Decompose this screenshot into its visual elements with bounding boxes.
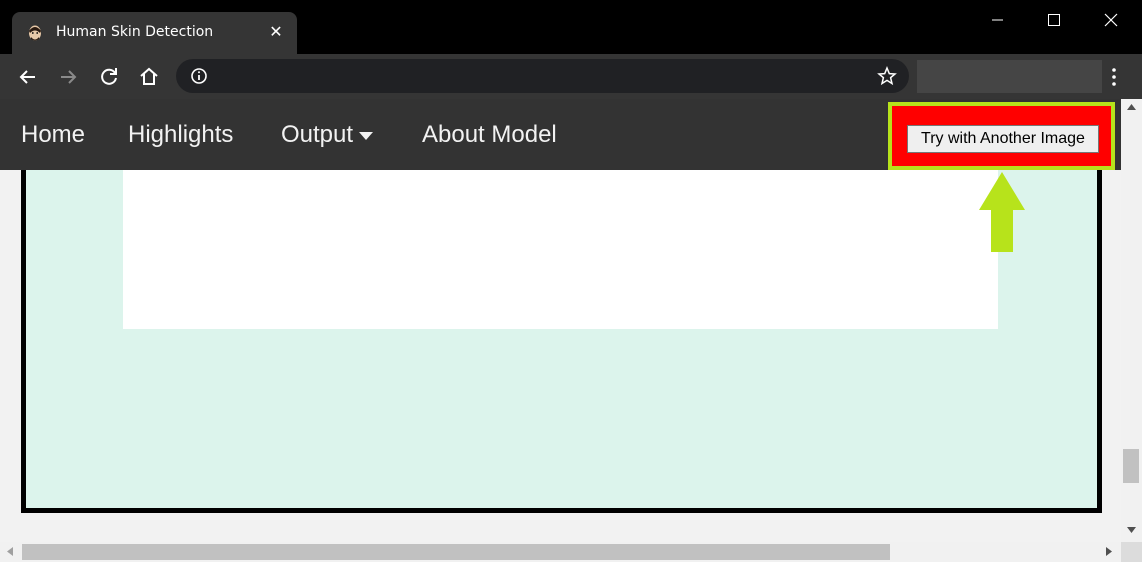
minimize-icon[interactable]: [975, 6, 1021, 34]
tab-close-icon[interactable]: ✕: [266, 21, 286, 43]
scrollbar-corner: [1121, 542, 1142, 562]
nav-home[interactable]: Home: [21, 121, 85, 149]
scroll-up-icon[interactable]: [1127, 104, 1136, 110]
star-icon[interactable]: [877, 66, 897, 86]
try-another-image-button[interactable]: Try with Another Image: [907, 125, 1099, 153]
nav-output-label: Output: [281, 121, 354, 148]
browser-toolbar: [0, 54, 1142, 99]
up-arrow-icon: [979, 172, 1025, 252]
horizontal-scrollbar[interactable]: [0, 542, 1121, 562]
back-icon[interactable]: [15, 64, 41, 90]
page-viewport: Home Highlights Output About Model Try w…: [0, 99, 1121, 542]
menu-icon[interactable]: [1104, 64, 1124, 90]
nav-about-model[interactable]: About Model: [422, 121, 557, 149]
scroll-left-icon[interactable]: [7, 547, 13, 556]
scroll-down-icon[interactable]: [1127, 527, 1136, 533]
title-bar: Human Skin Detection ✕: [0, 0, 1142, 54]
tab-title: Human Skin Detection: [56, 24, 214, 40]
vertical-scrollbar[interactable]: [1121, 99, 1142, 542]
browser-tab[interactable]: Human Skin Detection ✕: [12, 12, 297, 54]
nav-output-dropdown[interactable]: Output: [281, 121, 374, 149]
nav-highlights[interactable]: Highlights: [128, 121, 233, 149]
close-icon[interactable]: [1088, 6, 1134, 34]
caret-down-icon: [359, 131, 374, 140]
horizontal-scroll-thumb[interactable]: [22, 544, 890, 560]
extensions-area: [917, 60, 1102, 93]
site-navbar: Home Highlights Output About Model Try w…: [0, 99, 1121, 170]
vertical-scroll-thumb[interactable]: [1123, 449, 1139, 483]
info-icon[interactable]: [190, 67, 208, 85]
maximize-icon[interactable]: [1031, 6, 1077, 34]
scroll-right-icon[interactable]: [1106, 547, 1112, 556]
reload-icon[interactable]: [96, 64, 122, 90]
home-icon[interactable]: [136, 64, 162, 90]
forward-icon[interactable]: [55, 64, 81, 90]
favicon-face-icon: [29, 25, 41, 41]
address-bar[interactable]: [176, 59, 909, 93]
